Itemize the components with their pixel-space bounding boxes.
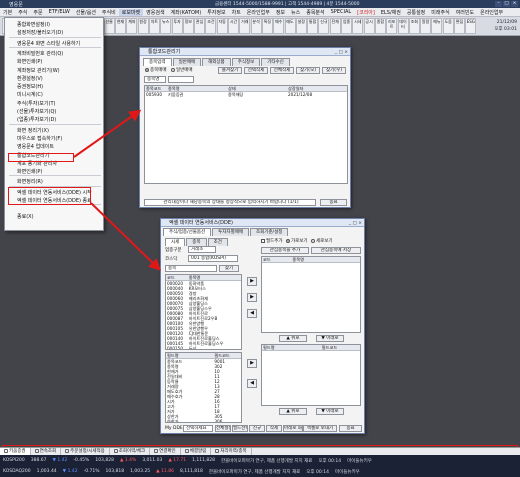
window-icon [65, 448, 70, 453]
annotation-arrows [73, 109, 161, 271]
status-tab-label: 연결확인 [159, 448, 176, 454]
ticker-value: 1,003.25 [130, 469, 151, 474]
ticker-value: ▲ 11.86 [156, 469, 174, 474]
ticker-value: 1,111,828 [192, 458, 215, 463]
ticker-value: ▼ 1.42 [62, 469, 78, 474]
ticker-value: 마이들뉴키우 [347, 458, 372, 464]
ticker-value: ▲ 17.71 [168, 458, 187, 463]
ticker-value: 오후 00:14 [318, 458, 342, 464]
ticker-value: 1,003.44 [36, 469, 57, 474]
window-icon [113, 448, 118, 453]
status-tab-label: 조회이력/체크 [118, 448, 146, 454]
ticker-value: 103,818 [105, 469, 125, 474]
ticker-value: 한올바이오파마가 연구, 제품 선행개발 지지 재료 [208, 469, 301, 475]
ticker-value: 한올바이오파마가 연구, 제품 선행개발 지지 재료 [221, 458, 313, 464]
arrow-to-dde [90, 202, 161, 271]
window-icon [34, 448, 39, 453]
ticker-row-2: KOSDAQ200 1,003.44 ▼ 1.42 -0.71% 103,818 1,00… [0, 466, 520, 477]
ticker-value: 103,828 [95, 458, 114, 463]
ticker-value: KOSPI200 [3, 458, 25, 463]
window-icon [215, 448, 220, 453]
window-icon [154, 448, 159, 453]
ticker-value: KOSDAQ200 [3, 469, 31, 474]
ticker-value: ▲ 1.4% [119, 458, 137, 463]
ticker-value: 388.67 [30, 458, 47, 463]
window-icon [184, 448, 189, 453]
ticker-value: 8,111,818 [179, 469, 203, 474]
status-tab-label: 체결알림 [189, 448, 207, 454]
window-icon [4, 448, 8, 453]
ticker-row-1: KOSPI200 388.67 ▼ 1.42 -0.45% 103,828 ▲ 1.4% 3… [0, 455, 520, 466]
status-tab-label: 연속조회 [39, 448, 57, 454]
ticker-value: -0.45% [73, 458, 90, 463]
ticker-value: 마이들뉴키우 [334, 469, 360, 475]
status-bar: 키움증권 연속조회 주문설정/시세적용 조회이력/체크 연결확인 체결알림 처리이력/종목 [0, 447, 520, 456]
status-tab-label: 처리이력/종목 [220, 448, 247, 454]
ticker-value: -0.71% [83, 469, 100, 474]
status-tab-label: 주문설정/시세적용 [70, 448, 105, 454]
ticker-value: ▼ 1.42 [52, 458, 68, 463]
status-tab-label: 키움증권 [9, 448, 26, 454]
ticker-value: 3,011.03 [142, 458, 163, 463]
arrow-to-code-manager [73, 109, 142, 158]
ticker-value: 오후 00:14 [306, 469, 329, 475]
